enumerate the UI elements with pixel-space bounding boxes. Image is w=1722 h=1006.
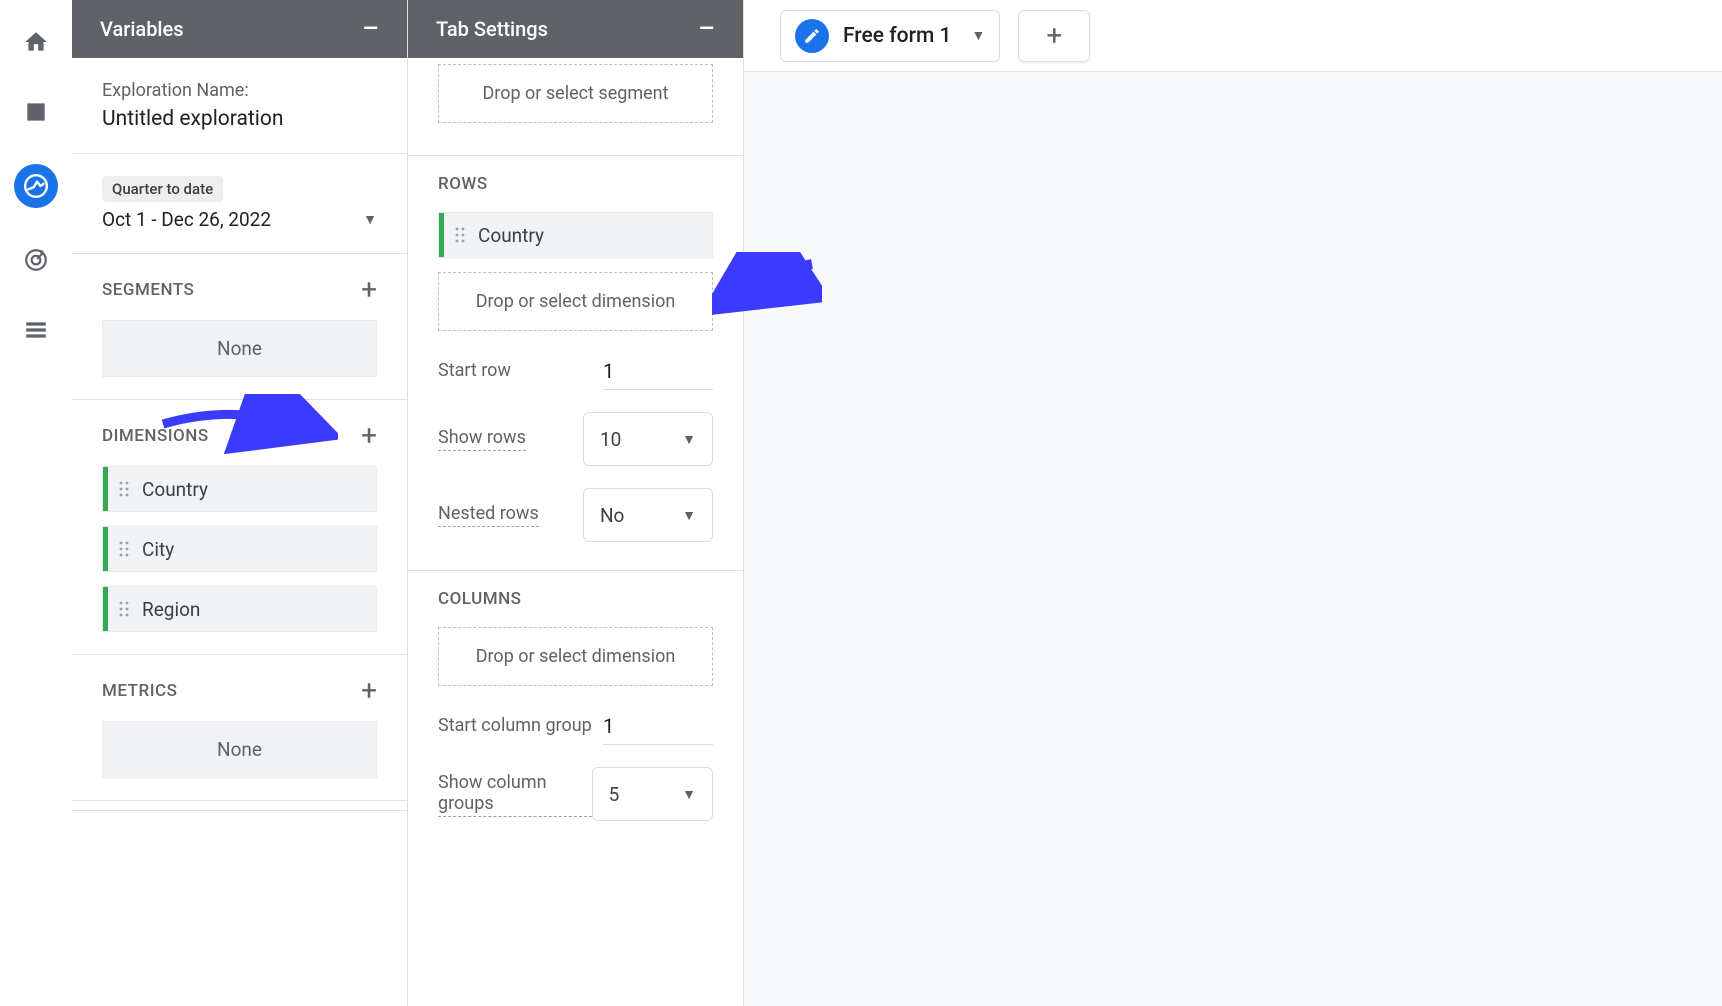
- metrics-title: METRICS: [102, 681, 177, 701]
- home-icon[interactable]: [18, 24, 54, 60]
- columns-group: COLUMNS Drop or select dimension Start c…: [408, 571, 743, 849]
- add-metric-button[interactable]: +: [361, 677, 377, 705]
- dimension-chip[interactable]: Region: [102, 586, 377, 632]
- exploration-name-value[interactable]: Untitled exploration: [102, 107, 377, 131]
- nested-rows-select[interactable]: No ▼: [583, 488, 713, 542]
- variables-header: Variables –: [72, 0, 407, 58]
- dimension-chip-label: Region: [142, 598, 200, 621]
- metrics-section: METRICS + None: [72, 655, 407, 801]
- chevron-down-icon: ▼: [682, 507, 696, 524]
- exploration-name-section: Exploration Name: Untitled exploration: [72, 58, 407, 154]
- chevron-down-icon: ▼: [971, 27, 985, 44]
- add-canvas-tab-button[interactable]: +: [1018, 10, 1090, 62]
- chevron-down-icon: ▼: [682, 786, 696, 803]
- variables-title: Variables: [100, 17, 184, 41]
- reports-icon[interactable]: [18, 94, 54, 130]
- metrics-none: None: [102, 721, 377, 778]
- add-dimension-button[interactable]: +: [361, 422, 377, 450]
- rows-chip-label: Country: [478, 224, 544, 247]
- dimension-chip[interactable]: Country: [102, 466, 377, 512]
- canvas-tab-bar: Free form 1 ▼ +: [744, 0, 1722, 72]
- canvas: Free form 1 ▼ +: [744, 0, 1722, 1006]
- variables-panel: Variables – Exploration Name: Untitled e…: [72, 0, 408, 1006]
- show-rows-label: Show rows: [438, 427, 526, 451]
- configure-icon[interactable]: [18, 312, 54, 348]
- date-range-value: Oct 1 - Dec 26, 2022: [102, 208, 271, 231]
- chevron-down-icon: ▼: [682, 431, 696, 448]
- segments-section: SEGMENTS + None: [72, 254, 407, 400]
- dimension-chip[interactable]: City: [102, 526, 377, 572]
- rows-chip[interactable]: Country: [438, 212, 713, 258]
- columns-drop-zone[interactable]: Drop or select dimension: [438, 627, 713, 686]
- show-column-groups-label: Show column groups: [438, 772, 592, 817]
- date-range-section[interactable]: Quarter to date Oct 1 - Dec 26, 2022 ▼: [72, 154, 407, 254]
- dimensions-title: DIMENSIONS: [102, 426, 209, 446]
- show-rows-select[interactable]: 10 ▼: [583, 412, 713, 466]
- drag-handle-icon[interactable]: [118, 480, 130, 498]
- dimension-chip-label: Country: [142, 478, 208, 501]
- chevron-down-icon: ▼: [363, 211, 377, 228]
- start-row-label: Start row: [438, 360, 511, 383]
- explore-icon[interactable]: [14, 164, 58, 208]
- segments-title: SEGMENTS: [102, 280, 194, 300]
- advertising-icon[interactable]: [18, 242, 54, 278]
- columns-title: COLUMNS: [438, 589, 713, 609]
- tab-settings-title: Tab Settings: [436, 17, 548, 41]
- canvas-tab-name: Free form 1: [843, 24, 951, 48]
- rows-group: ROWS Country Drop or select dimension St…: [408, 156, 743, 571]
- drag-handle-icon[interactable]: [118, 540, 130, 558]
- segments-none: None: [102, 320, 377, 377]
- exploration-name-label: Exploration Name:: [102, 80, 377, 101]
- tab-settings-panel: Tab Settings – SEGMENT COMPARISONS Drop …: [408, 0, 744, 1006]
- drag-handle-icon[interactable]: [454, 226, 466, 244]
- nav-rail: [0, 0, 72, 1006]
- segment-comparisons-group: SEGMENT COMPARISONS Drop or select segme…: [408, 58, 743, 156]
- dimension-chip-label: City: [142, 538, 174, 561]
- dimensions-section: DIMENSIONS + Country City Region: [72, 400, 407, 655]
- drag-handle-icon[interactable]: [118, 600, 130, 618]
- date-preset-chip: Quarter to date: [102, 176, 223, 202]
- add-segment-button[interactable]: +: [361, 276, 377, 304]
- collapse-tab-settings-button[interactable]: –: [698, 14, 715, 44]
- start-column-group-input[interactable]: 1: [603, 708, 713, 745]
- edit-icon: [795, 19, 829, 53]
- tab-settings-header: Tab Settings –: [408, 0, 743, 58]
- rows-drop-zone[interactable]: Drop or select dimension: [438, 272, 713, 331]
- rows-title: ROWS: [438, 174, 713, 194]
- show-column-groups-select[interactable]: 5 ▼: [592, 767, 713, 821]
- nested-rows-label: Nested rows: [438, 503, 539, 527]
- start-column-group-label: Start column group: [438, 715, 592, 738]
- segment-drop-zone[interactable]: Drop or select segment: [438, 64, 713, 123]
- canvas-tab[interactable]: Free form 1 ▼: [780, 10, 1000, 62]
- start-row-input[interactable]: 1: [603, 353, 713, 390]
- collapse-variables-button[interactable]: –: [362, 14, 379, 44]
